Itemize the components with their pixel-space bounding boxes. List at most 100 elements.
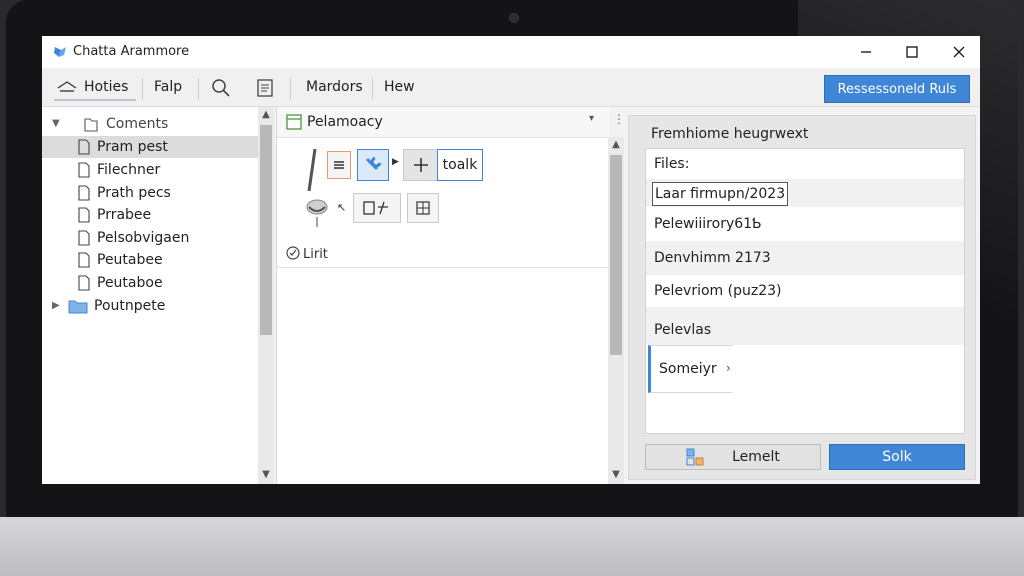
cursor-icon: ↖ (337, 201, 347, 214)
document-icon (78, 185, 90, 201)
app-logo-icon (54, 47, 66, 57)
minimize-button[interactable] (854, 40, 878, 64)
wrench-tool-button[interactable] (357, 149, 389, 181)
section-divider (277, 267, 609, 268)
text-field[interactable]: Laar firmupn/2023 (652, 182, 789, 206)
tree-item[interactable]: Pram pest (42, 136, 258, 158)
primary-button[interactable]: Solk (829, 444, 965, 470)
arrow-right-icon: ▶ (392, 157, 399, 167)
title-bar: Chatta Arammore (42, 36, 980, 68)
details-panel: Fremhiome heugrwext Files: Laar firmupn/… (628, 115, 976, 480)
scroll-down-icon[interactable]: ▼ (258, 469, 274, 480)
primary-action-button[interactable]: Ressessoneld Ruls (824, 75, 970, 103)
scrollbar-thumb[interactable] (610, 155, 622, 355)
file-green-icon (286, 114, 302, 130)
plus-icon (414, 158, 428, 172)
toolbar-divider (198, 78, 199, 100)
editor-title: Pelamoacy (307, 114, 383, 130)
tree-root[interactable]: ▼ Coments (42, 113, 258, 135)
layers-icon (334, 161, 344, 169)
grid-tool-button[interactable] (407, 193, 439, 223)
tree-item-label: Pram pest (97, 139, 168, 155)
scrollbar-thumb[interactable] (260, 125, 272, 335)
list-label: Lirit (303, 247, 328, 262)
tree-item-label: Prrabee (97, 207, 152, 223)
tree-item[interactable]: Pelsobvigaen (42, 227, 258, 249)
tree-item[interactable]: Prrabee (42, 204, 258, 226)
tree-item-label: Prath pecs (97, 185, 171, 201)
chevron-right-icon[interactable]: › (726, 361, 731, 375)
document-icon (78, 207, 90, 223)
crop-icon (363, 201, 388, 215)
list-item-label: Denvhimm 2173 (654, 250, 771, 266)
folder-outline-icon (84, 118, 98, 132)
scroll-up-icon[interactable]: ▲ (608, 139, 624, 150)
list-item: Files: (646, 149, 964, 179)
folder-icon (68, 300, 88, 314)
list-item-label: Pelevriom (puz23) (654, 283, 782, 299)
tree-item[interactable]: Peutaboe (42, 272, 258, 294)
layers-tool-button[interactable] (327, 151, 351, 179)
tool-label-box[interactable]: toalk (437, 149, 483, 181)
tree-item[interactable]: Peutabee (42, 249, 258, 271)
tree-item-label: Pelsobvigaen (97, 230, 190, 246)
file-tree-pane: ▼ Coments Pram pest Filechner Prath pecs… (42, 107, 258, 484)
expand-arrow-icon[interactable]: ▼ (52, 113, 60, 135)
more-vertical-icon[interactable]: ⋮ (613, 112, 625, 126)
document-icon (78, 230, 90, 246)
scroll-up-icon[interactable]: ▲ (258, 109, 274, 120)
tree-item-label: Peutabee (97, 252, 163, 268)
tree-item-label: Filechner (97, 162, 161, 178)
tree-item[interactable]: Prath pecs (42, 182, 258, 204)
list-item[interactable]: Pelevriom (puz23) (646, 275, 964, 307)
maximize-icon (906, 46, 918, 58)
document-icon (78, 252, 90, 268)
secondary-button[interactable]: Lemelt (645, 444, 821, 470)
crop-tool-button[interactable] (353, 193, 401, 223)
document-icon (78, 139, 90, 155)
pen-tool-icon[interactable] (305, 147, 319, 195)
scroll-down-icon[interactable]: ▼ (608, 469, 624, 480)
middle-scrollbar[interactable]: ▲ ▼ (608, 137, 624, 484)
list-item[interactable]: Laar firmupn/2023 (646, 179, 964, 207)
list-item[interactable]: Denvhimm 2173 (646, 241, 964, 275)
editor-pane: Pelamoacy ▾ ⋮ ▶ toalk ↖ Lirit (276, 107, 625, 484)
layout-icon (686, 448, 704, 466)
home-icon (57, 81, 77, 92)
editor-header: Pelamoacy ▾ ⋮ (277, 107, 625, 138)
hew-button[interactable]: Hew (384, 77, 415, 97)
search-icon[interactable] (210, 77, 232, 99)
home-label: Hoties (84, 79, 129, 95)
close-icon (953, 46, 965, 58)
details-list: Files: Laar firmupn/2023 Pelewiiirory61Ƅ… (645, 148, 965, 434)
toolbar-divider (142, 78, 143, 100)
close-button[interactable] (947, 40, 971, 64)
tree-root-label: Coments (106, 116, 169, 132)
stamp-tool-icon[interactable] (299, 193, 335, 229)
tree-item-label: Peutaboe (97, 275, 163, 291)
check-circle-icon (286, 246, 300, 260)
dropdown-caret-icon[interactable]: ▾ (589, 113, 594, 124)
document-icon (78, 275, 90, 291)
wrench-icon (365, 156, 382, 171)
help-button[interactable]: Falp (154, 77, 182, 97)
selected-list-item[interactable]: Someiyr (648, 345, 733, 393)
webcam-dot (509, 13, 519, 23)
grid-icon (416, 201, 430, 215)
list-item[interactable]: Pelewiiirory61Ƅ (646, 207, 964, 241)
window-title: Chatta Arammore (73, 44, 190, 59)
list-item[interactable]: Pelevlas (646, 307, 964, 345)
add-button[interactable] (403, 149, 439, 181)
tree-folder-label: Poutnpete (94, 298, 166, 314)
tree-item[interactable]: Filechner (42, 159, 258, 181)
document-icon[interactable] (254, 77, 276, 99)
tree-folder[interactable]: ▶ Poutnpete (42, 295, 258, 317)
left-scrollbar[interactable]: ▲ ▼ (258, 107, 274, 484)
panel-heading: Fremhiome heugrwext (651, 126, 809, 142)
minimize-icon (861, 51, 871, 53)
list-item-label: Pelewiiirory61Ƅ (654, 216, 762, 232)
markers-button[interactable]: Mardors (306, 77, 363, 97)
collapsed-arrow-icon[interactable]: ▶ (52, 295, 60, 317)
maximize-button[interactable] (900, 40, 924, 64)
home-button[interactable]: Hoties (56, 77, 128, 97)
